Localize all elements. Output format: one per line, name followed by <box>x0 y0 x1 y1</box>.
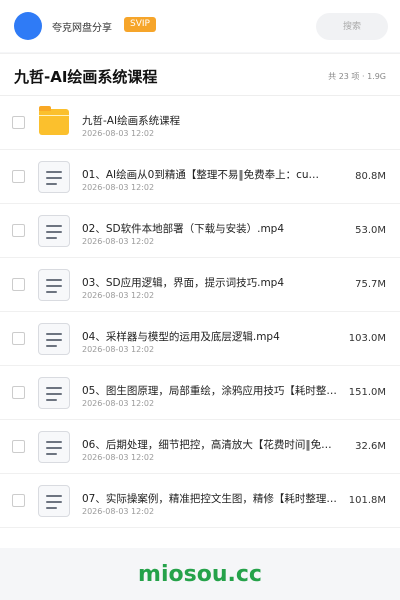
file-row[interactable]: 07、实际操案例，精准把控文生图，精修【耗时整理‖… 2026-08-03 12:… <box>0 474 400 528</box>
document-icon <box>38 161 70 193</box>
file-date: 2026-08-03 12:02 <box>82 399 155 408</box>
folder-meta: 共 23 项 · 1.9G <box>328 72 386 81</box>
select-checkbox[interactable] <box>12 278 25 291</box>
file-name[interactable]: 04、采样器与模型的运用及底层逻辑.mp4 <box>82 329 337 344</box>
svip-badge: SVIP <box>124 17 156 32</box>
search-input[interactable] <box>316 13 388 40</box>
select-checkbox[interactable] <box>12 494 25 507</box>
file-row[interactable]: 九哲-AI绘画系统课程 2026-08-03 12:02 <box>0 96 400 150</box>
select-checkbox[interactable] <box>12 224 25 237</box>
file-date: 2026-08-03 12:02 <box>82 507 155 516</box>
select-checkbox[interactable] <box>12 116 25 129</box>
file-row[interactable]: 05、图生图原理，局部重绘，涂鸦应用技巧【耗时整理… 2026-08-03 12:… <box>0 366 400 420</box>
file-name[interactable]: 03、SD应用逻辑，界面，提示词技巧.mp4 <box>82 275 337 290</box>
document-icon <box>38 269 70 301</box>
file-name[interactable]: 07、实际操案例，精准把控文生图，精修【耗时整理‖… <box>82 491 337 506</box>
file-row[interactable]: 03、SD应用逻辑，界面，提示词技巧.mp4 2026-08-03 12:02 75… <box>0 258 400 312</box>
file-row[interactable]: 06、后期处理，细节把控，高清放大【花费时间‖免费… 2026-08-03 12:… <box>0 420 400 474</box>
select-checkbox[interactable] <box>12 170 25 183</box>
file-size: 151.0M <box>348 387 386 398</box>
file-size: 53.0M <box>355 225 386 236</box>
watermark-text: miosou.cc <box>138 562 262 587</box>
document-icon <box>38 323 70 355</box>
select-checkbox[interactable] <box>12 386 25 399</box>
document-icon <box>38 431 70 463</box>
file-date: 2026-08-03 12:02 <box>82 345 155 354</box>
sharer-name: 夸克网盘分享 <box>52 23 112 34</box>
top-header: 夸克网盘分享 SVIP <box>0 0 400 52</box>
file-name[interactable]: 05、图生图原理，局部重绘，涂鸦应用技巧【耗时整理… <box>82 383 337 398</box>
folder-title-bar: 九哲-AI绘画系统课程 共 23 项 · 1.9G <box>0 53 400 96</box>
file-size: 32.6M <box>355 441 386 452</box>
file-row[interactable]: 01、AI绘画从0到精通【整理不易‖免费奉上：cu… 2026-08-03 12:… <box>0 150 400 204</box>
file-date: 2026-08-03 12:02 <box>82 291 155 300</box>
document-icon <box>38 215 70 247</box>
file-name[interactable]: 九哲-AI绘画系统课程 <box>82 113 337 128</box>
file-size: 101.8M <box>348 495 386 506</box>
folder-icon <box>39 106 69 135</box>
file-name[interactable]: 01、AI绘画从0到精通【整理不易‖免费奉上：cu… <box>82 167 337 182</box>
file-size: 103.0M <box>348 333 386 344</box>
file-date: 2026-08-03 12:02 <box>82 129 155 138</box>
avatar[interactable] <box>14 12 42 40</box>
file-name[interactable]: 02、SD软件本地部署（下载与安装）.mp4 <box>82 221 337 236</box>
page-title: 九哲-AI绘画系统课程 <box>14 68 158 86</box>
file-date: 2026-08-03 12:02 <box>82 453 155 462</box>
file-name[interactable]: 06、后期处理，细节把控，高清放大【花费时间‖免费… <box>82 437 337 452</box>
file-row[interactable]: 02、SD软件本地部署（下载与安装）.mp4 2026-08-03 12:02 53… <box>0 204 400 258</box>
document-icon <box>38 485 70 517</box>
select-checkbox[interactable] <box>12 440 25 453</box>
file-date: 2026-08-03 12:02 <box>82 237 155 246</box>
file-size: 75.7M <box>355 279 386 290</box>
file-row[interactable]: 04、采样器与模型的运用及底层逻辑.mp4 2026-08-03 12:02 103… <box>0 312 400 366</box>
select-checkbox[interactable] <box>12 332 25 345</box>
file-list: 九哲-AI绘画系统课程 2026-08-03 12:02 01、AI绘画从0到精通【… <box>0 96 400 548</box>
file-date: 2026-08-03 12:02 <box>82 183 155 192</box>
document-icon <box>38 377 70 409</box>
file-size: 80.8M <box>355 171 386 182</box>
